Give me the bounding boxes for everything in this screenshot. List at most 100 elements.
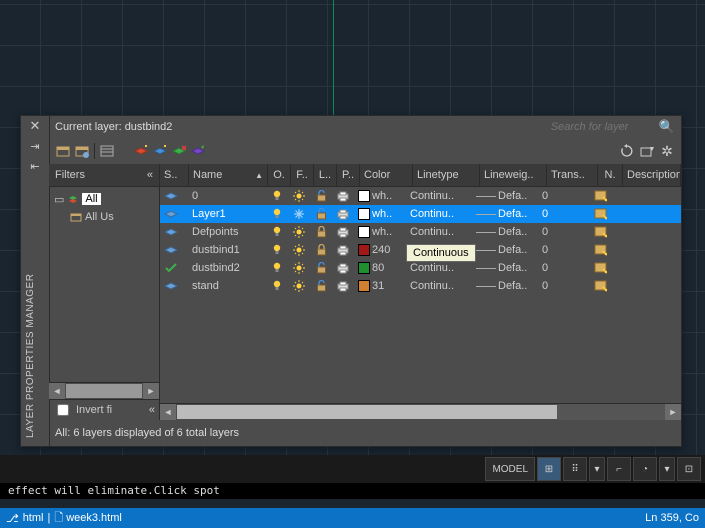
freeze-toggle[interactable] xyxy=(288,223,310,241)
plot-toggle[interactable] xyxy=(332,241,354,259)
plot-toggle[interactable] xyxy=(332,205,354,223)
freeze-toggle[interactable] xyxy=(288,241,310,259)
lock-toggle[interactable] xyxy=(310,205,332,223)
transparency-cell[interactable]: 0 xyxy=(538,223,588,241)
col-newvp[interactable]: N. xyxy=(598,164,623,186)
col-description[interactable]: Description xyxy=(623,164,681,186)
description-cell[interactable] xyxy=(612,259,681,277)
grid-hscroll[interactable]: ◄ ► xyxy=(160,403,681,420)
lock-toggle[interactable] xyxy=(310,223,332,241)
newvp-cell[interactable] xyxy=(588,223,612,241)
color-cell[interactable]: 80 xyxy=(354,259,406,277)
description-cell[interactable] xyxy=(612,223,681,241)
col-linetype[interactable]: Linetype xyxy=(413,164,480,186)
dropdown-icon[interactable]: ▾ xyxy=(589,457,605,481)
collapse-icon[interactable]: ⇤ xyxy=(21,156,49,176)
description-cell[interactable] xyxy=(612,277,681,295)
name-cell[interactable]: stand xyxy=(188,277,266,295)
ortho-icon[interactable]: ⌐ xyxy=(607,457,631,481)
plot-toggle[interactable] xyxy=(332,277,354,295)
snap-icon[interactable]: ⠿ xyxy=(563,457,587,481)
linetype-cell[interactable]: Continu.. xyxy=(406,277,472,295)
color-cell[interactable]: wh.. xyxy=(354,187,406,205)
newvp-cell[interactable] xyxy=(588,277,612,295)
new-layer-icon[interactable] xyxy=(133,143,149,159)
scroll-left-icon[interactable]: ◄ xyxy=(160,404,176,420)
col-on[interactable]: O. xyxy=(268,164,291,186)
refresh-icon[interactable] xyxy=(619,143,635,159)
table-row[interactable]: 0wh..Continu..Defa..0 xyxy=(160,187,681,205)
transparency-cell[interactable]: 0 xyxy=(538,277,588,295)
set-current-icon[interactable] xyxy=(190,143,206,159)
filter-node-all-used[interactable]: All Us xyxy=(52,208,156,226)
transparency-cell[interactable]: 0 xyxy=(538,187,588,205)
transparency-cell[interactable]: 0 xyxy=(538,259,588,277)
linetype-cell[interactable]: Continu.. xyxy=(406,205,472,223)
col-freeze[interactable]: F.. xyxy=(291,164,314,186)
color-cell[interactable]: wh.. xyxy=(354,205,406,223)
linetype-cell[interactable]: Continu.. xyxy=(406,223,472,241)
scroll-thumb[interactable] xyxy=(177,405,557,419)
osnap-icon[interactable]: ⊡ xyxy=(677,457,701,481)
color-cell[interactable]: wh.. xyxy=(354,223,406,241)
gear-icon[interactable]: ✲ xyxy=(659,143,675,159)
filter-node-all[interactable]: ▭ All xyxy=(52,190,156,208)
lock-toggle[interactable] xyxy=(310,187,332,205)
newvp-cell[interactable] xyxy=(588,187,612,205)
cursor-position[interactable]: Ln 359, Co xyxy=(645,512,699,524)
scroll-right-icon[interactable]: ► xyxy=(143,383,159,399)
search-icon[interactable]: 🔍 xyxy=(659,119,675,135)
close-icon[interactable]: ✕ xyxy=(21,116,49,136)
on-toggle[interactable] xyxy=(266,223,288,241)
invert-filter-row[interactable]: Invert fi « xyxy=(49,399,159,420)
freeze-toggle[interactable] xyxy=(288,187,310,205)
description-cell[interactable] xyxy=(612,241,681,259)
col-plot[interactable]: P.. xyxy=(337,164,360,186)
new-group-icon[interactable] xyxy=(55,143,71,159)
plot-toggle[interactable] xyxy=(332,187,354,205)
lineweight-cell[interactable]: Defa.. xyxy=(472,187,538,205)
on-toggle[interactable] xyxy=(266,187,288,205)
search-input[interactable] xyxy=(549,120,653,134)
file-type-label[interactable]: html xyxy=(23,512,44,524)
pin-icon[interactable]: ⇥ xyxy=(21,136,49,156)
collapse-filters-icon[interactable]: « xyxy=(147,169,153,181)
newvp-cell[interactable] xyxy=(588,259,612,277)
scroll-right-icon[interactable]: ► xyxy=(665,404,681,420)
plot-toggle[interactable] xyxy=(332,259,354,277)
collapse-filters-icon-2[interactable]: « xyxy=(149,404,155,416)
lineweight-cell[interactable]: Defa.. xyxy=(472,259,538,277)
tree-collapse-icon[interactable]: ▭ xyxy=(54,193,64,206)
name-cell[interactable]: Layer1 xyxy=(188,205,266,223)
freeze-toggle[interactable] xyxy=(288,259,310,277)
lineweight-cell[interactable]: Defa.. xyxy=(472,277,538,295)
linetype-cell[interactable]: Continu.. xyxy=(406,187,472,205)
lineweight-cell[interactable]: Defa.. xyxy=(472,205,538,223)
col-transparency[interactable]: Trans.. xyxy=(547,164,598,186)
col-color[interactable]: Color xyxy=(360,164,413,186)
delete-layer-icon[interactable] xyxy=(171,143,187,159)
new-group-filter-icon[interactable] xyxy=(74,143,90,159)
col-lock[interactable]: L.. xyxy=(314,164,337,186)
col-status[interactable]: S.. xyxy=(160,164,189,186)
model-button[interactable]: MODEL xyxy=(485,457,535,481)
color-cell[interactable]: 240 xyxy=(354,241,406,259)
freeze-toggle[interactable] xyxy=(288,277,310,295)
on-toggle[interactable] xyxy=(266,205,288,223)
file-name-label[interactable]: week3.html xyxy=(66,512,122,524)
lock-toggle[interactable] xyxy=(310,277,332,295)
table-row[interactable]: Defpointswh..Continu..Defa..0 xyxy=(160,223,681,241)
scroll-thumb[interactable] xyxy=(66,384,142,398)
name-cell[interactable]: Defpoints xyxy=(188,223,266,241)
on-toggle[interactable] xyxy=(266,241,288,259)
on-toggle[interactable] xyxy=(266,259,288,277)
scroll-left-icon[interactable]: ◄ xyxy=(49,383,65,399)
on-toggle[interactable] xyxy=(266,277,288,295)
name-cell[interactable]: 0 xyxy=(188,187,266,205)
description-cell[interactable] xyxy=(612,187,681,205)
freeze-toggle[interactable] xyxy=(288,205,310,223)
lock-toggle[interactable] xyxy=(310,241,332,259)
name-cell[interactable]: dustbind1 xyxy=(188,241,266,259)
description-cell[interactable] xyxy=(612,205,681,223)
table-row[interactable]: stand31Continu..Defa..0 xyxy=(160,277,681,295)
